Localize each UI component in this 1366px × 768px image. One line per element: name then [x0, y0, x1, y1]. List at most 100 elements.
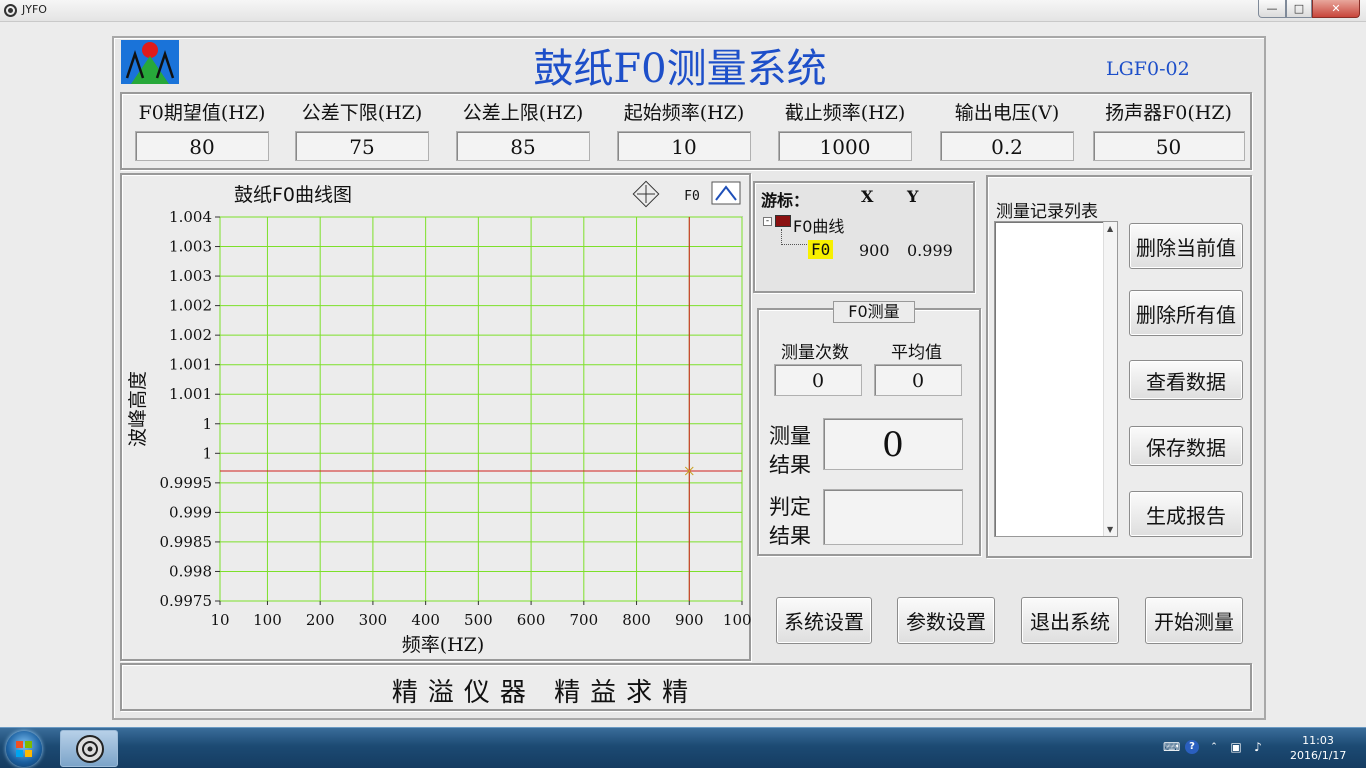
network-icon[interactable]: ▣ [1229, 740, 1243, 754]
param-start-frequency: 起始频率(HZ) 10 [604, 98, 764, 161]
f0-chart: 鼓纸F0曲线图 F0 0.9975 0.998 0.9985 0.999 0.9995 1… [127, 180, 751, 656]
x-tick-label: 200 [306, 611, 335, 629]
cursor-title: 游标： [761, 191, 810, 210]
company-logo [121, 40, 179, 84]
x-tick-label: 300 [359, 611, 388, 629]
count-label: 测量次数 [781, 343, 849, 363]
plot-legend-icon[interactable] [711, 181, 741, 205]
cursor-item-x: 900 [859, 241, 890, 260]
y-tick-label: 0.9975 [160, 592, 213, 610]
scroll-down-icon[interactable]: ▼ [1107, 525, 1113, 534]
param-label: 公差上限(HZ) [462, 102, 584, 124]
cursor-panel: 游标： X Y - F0曲线 F0 900 0.999 [753, 181, 975, 293]
param-upper-tolerance: 公差上限(HZ) 85 [443, 98, 603, 161]
volume-icon[interactable]: ♪ [1251, 740, 1265, 754]
param-label: 扬声器F0(HZ) [1105, 102, 1232, 124]
param-label: 输出电压(V) [954, 102, 1060, 124]
app-icon [4, 4, 17, 17]
x-tick-label: 500 [464, 611, 493, 629]
cursor-item-y: 0.999 [907, 241, 953, 260]
keyboard-icon[interactable]: ⌨ [1163, 740, 1180, 754]
stop-frequency-input[interactable]: 1000 [778, 131, 912, 161]
x-tick-label: 600 [517, 611, 546, 629]
x-tick-label: 10 [210, 611, 229, 629]
y-tick-label: 1 [202, 415, 212, 433]
upper-tolerance-input[interactable]: 85 [456, 131, 590, 161]
taskbar-app-item[interactable] [60, 730, 118, 767]
record-list-title: 测量记录列表 [996, 202, 1098, 222]
start-frequency-input[interactable]: 10 [617, 131, 751, 161]
f0-measure-panel: F0测量 测量次数 平均值 0 0 测量 结果 0 判定 结果 [757, 301, 981, 556]
cursor-col-x: X [861, 187, 874, 206]
judge-label-2: 结果 [769, 524, 811, 548]
minimize-button[interactable]: — [1258, 0, 1286, 18]
average-label: 平均值 [891, 343, 942, 363]
zoom-tool-icon[interactable] [632, 180, 660, 208]
plot-area[interactable] [219, 216, 743, 602]
param-label: 截止频率(HZ) [784, 102, 906, 124]
y-tick-label: 0.998 [169, 562, 212, 580]
x-tick-label: 100 [253, 611, 282, 629]
save-data-button[interactable]: 保存数据 [1129, 426, 1243, 466]
tray-expand-icon[interactable]: ⌃ [1207, 740, 1221, 754]
y-tick-label: 0.9985 [160, 533, 213, 551]
y-tick-label: 1 [202, 444, 212, 462]
curve-icon [775, 215, 791, 227]
param-label: F0期望值(HZ) [138, 102, 266, 124]
start-button[interactable] [6, 731, 42, 767]
param-label: 公差下限(HZ) [301, 102, 423, 124]
x-tick-label: 900 [675, 611, 704, 629]
model-label: LGF0-02 [1106, 58, 1190, 80]
expected-f0-input[interactable]: 80 [135, 131, 269, 161]
delete-all-button[interactable]: 删除所有值 [1129, 290, 1243, 336]
x-axis-ticks: 10 100 200 300 400 500 600 700 800 900 1000 [210, 601, 751, 629]
output-voltage-input[interactable]: 0.2 [940, 131, 1074, 161]
judge-label-1: 判定 [769, 495, 811, 519]
param-expected-f0: F0期望值(HZ) 80 [122, 98, 282, 161]
count-value: 0 [774, 364, 862, 396]
record-list-scrollbar[interactable]: ▲ ▼ [1103, 222, 1117, 536]
y-tick-label: 1.001 [169, 385, 212, 403]
result-label-2: 结果 [769, 453, 811, 477]
y-tick-label: 1.002 [169, 326, 212, 344]
help-icon[interactable]: ? [1185, 740, 1199, 754]
footer-slogan: 精溢仪器 精益求精 [391, 678, 699, 708]
delete-current-button[interactable]: 删除当前值 [1129, 223, 1243, 269]
y-tick-label: 1.003 [169, 267, 212, 285]
parameter-settings-button[interactable]: 参数设置 [897, 597, 995, 644]
taskbar [0, 727, 1366, 768]
maximize-button[interactable]: □ [1286, 0, 1312, 18]
cursor-col-y: Y [907, 187, 919, 206]
view-data-button[interactable]: 查看数据 [1129, 360, 1243, 400]
system-settings-button[interactable]: 系统设置 [776, 597, 872, 644]
x-tick-label: 400 [411, 611, 440, 629]
scroll-up-icon[interactable]: ▲ [1107, 224, 1113, 233]
y-tick-label: 0.9995 [160, 474, 213, 492]
param-stop-frequency: 截止频率(HZ) 1000 [765, 98, 925, 161]
window-controls: — □ ✕ [1258, 0, 1362, 18]
tray-clock[interactable]: 11:03 2016/1/17 [1290, 733, 1346, 763]
record-list[interactable]: ▲ ▼ [994, 221, 1118, 537]
speaker-f0-input[interactable]: 50 [1092, 131, 1245, 161]
generate-report-button[interactable]: 生成报告 [1129, 491, 1243, 537]
measure-result-value: 0 [823, 418, 963, 470]
collapse-icon[interactable]: - [763, 217, 772, 226]
chart-title: 鼓纸F0曲线图 [234, 184, 352, 206]
y-tick-label: 1.001 [169, 356, 212, 374]
result-label-1: 测量 [769, 424, 811, 448]
cursor-item-name[interactable]: F0 [808, 240, 834, 259]
x-axis-label: 频率(HZ) [402, 634, 485, 656]
lower-tolerance-input[interactable]: 75 [295, 131, 429, 161]
window-title: JYFO [22, 3, 47, 16]
plot-legend-label: F0 [684, 189, 700, 204]
param-output-voltage: 输出电压(V) 0.2 [927, 98, 1087, 161]
close-button[interactable]: ✕ [1312, 0, 1360, 18]
x-tick-label: 800 [622, 611, 651, 629]
tree-connector [781, 229, 807, 245]
y-axis-label: 波峰高度 [127, 371, 149, 447]
param-label: 起始频率(HZ) [623, 102, 745, 124]
exit-system-button[interactable]: 退出系统 [1021, 597, 1119, 644]
start-measure-button[interactable]: 开始测量 [1145, 597, 1243, 644]
x-tick-label: 1000 [723, 611, 751, 629]
judge-result-value [823, 489, 963, 545]
